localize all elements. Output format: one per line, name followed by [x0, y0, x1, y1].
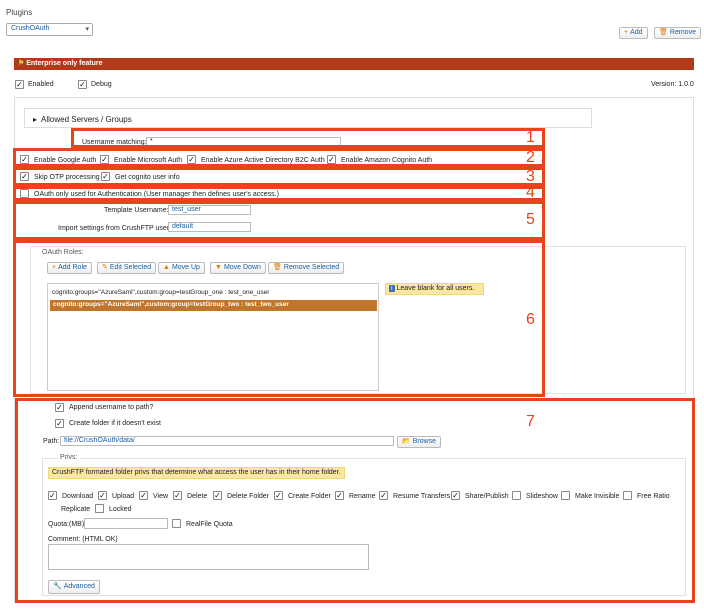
version-text: Version: 1.0.0: [651, 81, 694, 88]
callout-box-4: [13, 186, 545, 201]
callout-box-7: [15, 398, 695, 603]
plugin-select[interactable]: CrushOAuth ▾: [6, 23, 93, 36]
enabled-checkbox[interactable]: ✓: [15, 80, 24, 89]
flag-icon: ⚑: [18, 60, 25, 67]
debug-label: Debug: [91, 81, 112, 88]
remove-plugin-button[interactable]: 🗑 Remove: [654, 27, 701, 39]
triangle-right-icon: ▸: [33, 115, 38, 124]
callout-box-3: [13, 167, 545, 186]
callout-box-5: [13, 201, 545, 240]
enabled-label: Enabled: [28, 81, 54, 88]
allowed-servers-toggle[interactable]: ▸ Allowed Servers / Groups: [24, 108, 592, 128]
page-title: Plugins: [6, 8, 33, 17]
callout-number-5: 5: [526, 211, 535, 228]
trash-icon: 🗑: [659, 29, 668, 36]
callout-number-2: 2: [526, 149, 535, 166]
enterprise-banner: ⚑ Enterprise only feature: [14, 58, 694, 70]
callout-number-1: 1: [526, 129, 535, 146]
callout-box-1: [71, 128, 545, 148]
callout-number-6: 6: [526, 311, 535, 328]
plus-icon: +: [624, 29, 629, 36]
callout-number-4: 4: [526, 184, 535, 201]
debug-checkbox[interactable]: ✓: [78, 80, 87, 89]
callout-number-7: 7: [526, 413, 535, 430]
chevron-down-icon: ▾: [85, 26, 89, 33]
add-plugin-button[interactable]: + Add: [619, 27, 648, 39]
callout-box-6: [13, 240, 545, 397]
plugin-select-value: CrushOAuth: [11, 25, 50, 32]
callout-box-2: [13, 148, 545, 167]
